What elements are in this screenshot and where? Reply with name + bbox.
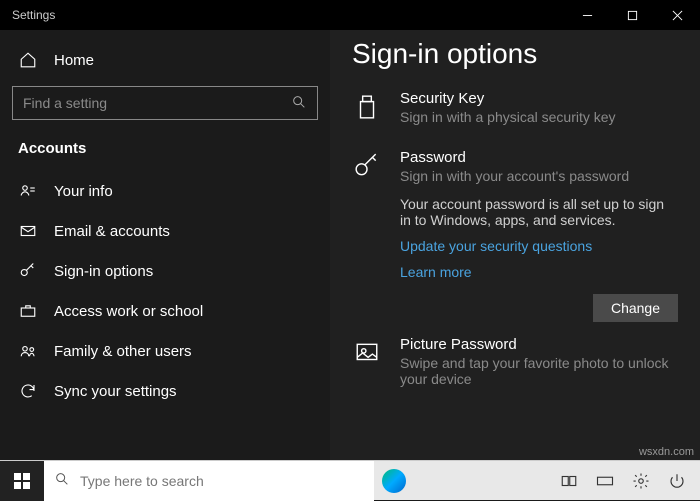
gear-icon[interactable]: [626, 466, 656, 496]
home-label: Home: [54, 52, 94, 69]
taskbar-search[interactable]: [44, 461, 374, 501]
option-title: Password: [400, 149, 678, 166]
sidebar-item-email[interactable]: Email & accounts: [0, 211, 330, 251]
sidebar: Home Accounts Your info Email & accounts…: [0, 30, 330, 460]
sidebar-item-label: Family & other users: [54, 343, 192, 360]
home-nav[interactable]: Home: [0, 40, 330, 80]
power-icon[interactable]: [662, 466, 692, 496]
sidebar-item-label: Sign-in options: [54, 263, 153, 280]
search-input[interactable]: [23, 95, 291, 111]
sidebar-item-signin[interactable]: Sign-in options: [0, 251, 330, 291]
option-sub: Swipe and tap your favorite photo to unl…: [400, 355, 678, 387]
main-content: Sign-in options Security Key Sign in wit…: [330, 30, 700, 460]
sidebar-item-label: Email & accounts: [54, 223, 170, 240]
search-icon: [291, 94, 307, 113]
sidebar-item-label: Your info: [54, 183, 113, 200]
taskbar: [0, 460, 700, 500]
page-title: Sign-in options: [352, 38, 678, 70]
sidebar-item-your-info[interactable]: Your info: [0, 171, 330, 211]
option-sub: Sign in with your account's password: [400, 168, 678, 184]
sidebar-item-family[interactable]: Family & other users: [0, 331, 330, 371]
option-picture-password[interactable]: Picture Password Swipe and tap your favo…: [352, 326, 678, 401]
option-password[interactable]: Password Sign in with your account's pas…: [352, 139, 678, 326]
sync-icon: [18, 381, 38, 401]
option-sub: Sign in with a physical security key: [400, 109, 678, 125]
option-title: Picture Password: [400, 336, 678, 353]
option-security-key[interactable]: Security Key Sign in with a physical sec…: [352, 80, 678, 139]
learn-more-link[interactable]: Learn more: [400, 264, 678, 280]
maximize-button[interactable]: [610, 0, 655, 30]
titlebar: Settings: [0, 0, 700, 30]
person-icon: [18, 181, 38, 201]
sidebar-item-label: Access work or school: [54, 303, 203, 320]
option-desc: Your account password is all set up to s…: [400, 196, 678, 228]
usb-key-icon: [352, 90, 382, 125]
edge-icon: [382, 469, 406, 493]
start-button[interactable]: [0, 461, 44, 501]
home-icon: [18, 50, 38, 70]
sidebar-item-work[interactable]: Access work or school: [0, 291, 330, 331]
option-title: Security Key: [400, 90, 678, 107]
section-header: Accounts: [0, 134, 330, 171]
minimize-button[interactable]: [565, 0, 610, 30]
window-title: Settings: [0, 8, 565, 22]
keyboard-icon[interactable]: [590, 466, 620, 496]
picture-icon: [352, 336, 382, 387]
update-questions-link[interactable]: Update your security questions: [400, 238, 678, 254]
change-button[interactable]: Change: [593, 294, 678, 322]
sidebar-item-sync[interactable]: Sync your settings: [0, 371, 330, 411]
briefcase-icon: [18, 301, 38, 321]
people-icon: [18, 341, 38, 361]
watermark: wsxdn.com: [639, 446, 694, 458]
taskview-icon[interactable]: [554, 466, 584, 496]
search-box[interactable]: [12, 86, 318, 120]
taskbar-search-input[interactable]: [80, 473, 364, 489]
search-icon: [54, 471, 70, 490]
sidebar-item-label: Sync your settings: [54, 383, 177, 400]
mail-icon: [18, 221, 38, 241]
key-icon: [352, 149, 382, 322]
close-button[interactable]: [655, 0, 700, 30]
key-icon: [18, 261, 38, 281]
taskbar-edge[interactable]: [374, 469, 414, 493]
